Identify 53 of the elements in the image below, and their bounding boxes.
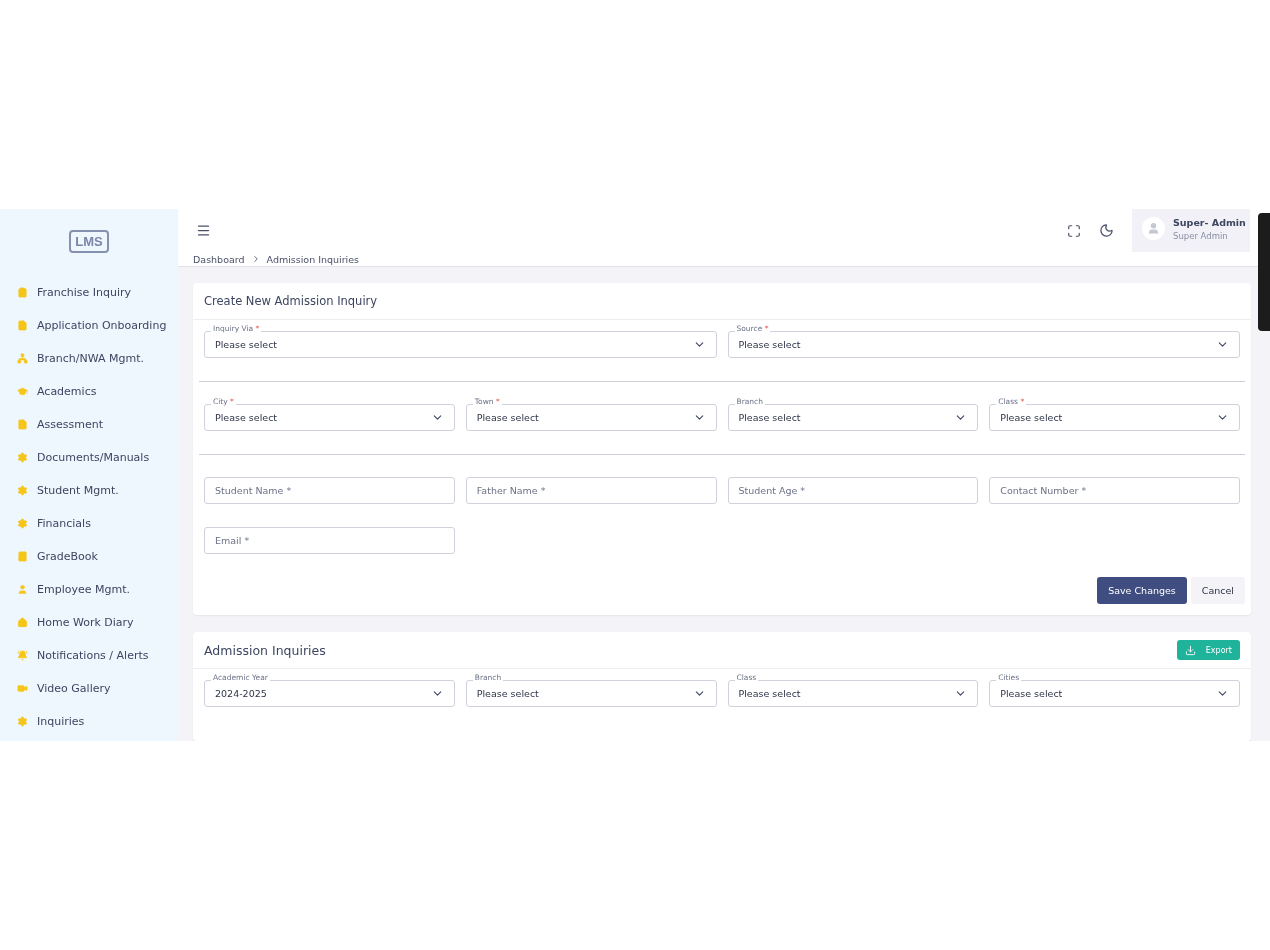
select-field[interactable]: Please select xyxy=(989,404,1240,431)
sidebar-item[interactable]: Inquiries xyxy=(0,705,178,738)
select-field[interactable]: Please select xyxy=(727,331,1240,358)
select-field[interactable]: Please select xyxy=(465,404,717,431)
graduation-cap-icon xyxy=(17,386,28,397)
sidebar-item[interactable]: Financials xyxy=(0,507,178,540)
sidebar-item[interactable]: Notifications / Alerts xyxy=(0,639,178,672)
input-field[interactable]: Contact Number * xyxy=(989,477,1240,504)
cancel-button[interactable]: Cancel xyxy=(1190,577,1245,604)
person-icon xyxy=(17,584,28,595)
avatar-icon xyxy=(1147,222,1160,235)
sidebar-item[interactable]: Video Gallery xyxy=(0,672,178,705)
select-field[interactable]: Please select xyxy=(727,680,979,707)
input-field[interactable]: Father Name * xyxy=(465,477,717,504)
user-role: Super Admin xyxy=(1173,230,1229,241)
sidebar-item[interactable]: Employee Mgmt. xyxy=(0,573,178,606)
sidebar-item[interactable]: Student Mgmt. xyxy=(0,474,178,507)
document-icon xyxy=(17,419,28,430)
breadcrumb-item: Admission Inquiries xyxy=(266,253,360,265)
gear-icon xyxy=(17,518,28,529)
gear-icon xyxy=(17,716,28,727)
video-camera-icon xyxy=(17,683,28,694)
file-icon xyxy=(17,320,28,331)
gear-icon xyxy=(17,452,28,463)
input-field[interactable]: Student Name * xyxy=(204,477,455,504)
moon-icon[interactable] xyxy=(1099,223,1114,238)
select-field[interactable]: Please select xyxy=(989,680,1240,707)
menu-icon[interactable] xyxy=(196,223,211,238)
download-icon xyxy=(1184,644,1196,656)
input-field[interactable]: Email * xyxy=(204,527,455,554)
sidebar-item[interactable]: GradeBook xyxy=(0,540,178,573)
sidebar-item[interactable]: Application Onboarding xyxy=(0,309,178,342)
gear-icon xyxy=(17,485,28,496)
select-field[interactable]: Please select xyxy=(465,680,717,707)
sidebar-item[interactable]: Assessment xyxy=(0,408,178,441)
card-title: Create New Admission Inquiry xyxy=(204,294,378,308)
input-field[interactable]: Student Age * xyxy=(727,477,979,504)
user-name: Super- Admin xyxy=(1173,216,1246,228)
breadcrumb-item[interactable]: Dashboard xyxy=(193,253,245,265)
network-icon xyxy=(17,353,28,364)
sidebar-item[interactable]: Franchise Inquiry xyxy=(0,276,178,309)
sidebar-item[interactable]: Documents/Manuals xyxy=(0,441,178,474)
sidebar-item[interactable]: Home Work Diary xyxy=(0,606,178,639)
bell-icon xyxy=(17,650,28,661)
save-button[interactable]: Save Changes xyxy=(1097,577,1187,604)
select-field[interactable]: Please select xyxy=(727,404,979,431)
house-icon xyxy=(17,617,28,628)
select-field[interactable]: Please select xyxy=(204,404,455,431)
card-title: Admission Inquiries xyxy=(204,642,326,658)
sidebar-item[interactable]: Branch/NWA Mgmt. xyxy=(0,342,178,375)
user-card[interactable]: Super- Admin Super Admin xyxy=(1132,209,1250,252)
sidebar-item[interactable]: Academics xyxy=(0,375,178,408)
fullscreen-icon[interactable] xyxy=(1067,223,1081,238)
